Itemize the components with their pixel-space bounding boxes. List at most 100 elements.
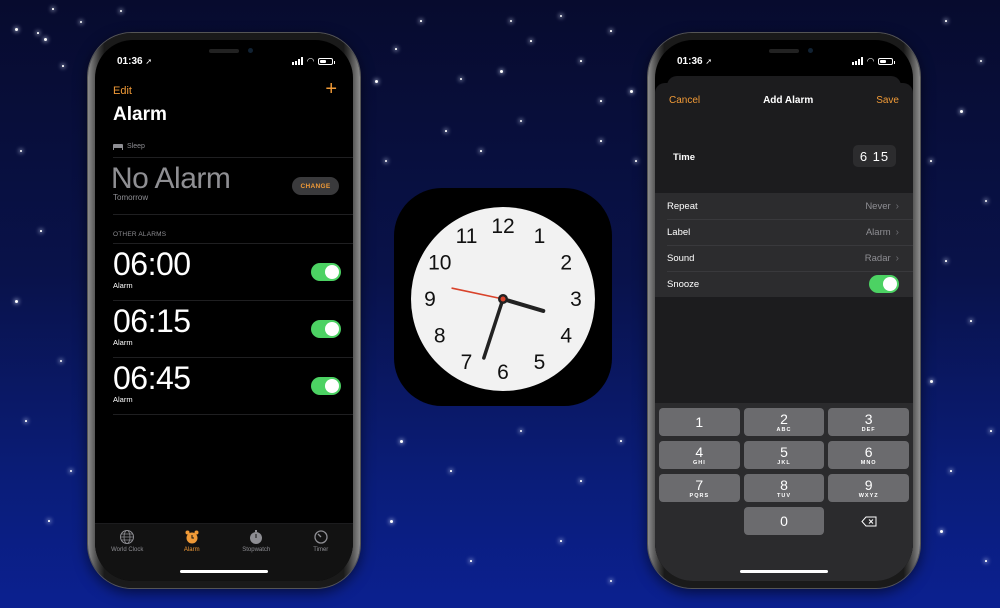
page-title: Alarm (113, 104, 167, 125)
keypad-key-3[interactable]: 3 DEF (828, 408, 909, 436)
save-button[interactable]: Save (876, 95, 899, 106)
speaker-grille (769, 49, 799, 53)
star (980, 60, 982, 62)
tab-stopwatch[interactable]: Stopwatch (226, 529, 286, 581)
change-sleep-button[interactable]: CHANGE (292, 177, 339, 195)
star (460, 78, 462, 80)
setting-label: Label (667, 226, 691, 238)
edit-button[interactable]: Edit (113, 85, 132, 97)
star (450, 470, 452, 472)
clock-numeral: 11 (456, 225, 478, 248)
star (985, 200, 987, 202)
timer-icon (314, 530, 328, 544)
star (15, 28, 18, 31)
alarm-time: 06:45 (113, 360, 191, 396)
alarm-label: Alarm (113, 281, 133, 290)
setting-value: Never (865, 200, 891, 212)
numeric-keypad: 1 2 ABC 3 DEF 4 GHI 5 JKL 6 MNO 7 PQRS 8 TUV 9 WXYZ 0 (655, 403, 913, 581)
clock-center-dot (500, 296, 506, 302)
star (375, 80, 378, 83)
alarm-row[interactable]: 06:45 Alarm (113, 357, 353, 414)
tab-world-clock[interactable]: World Clock (97, 529, 157, 581)
star (510, 20, 512, 22)
star (950, 470, 952, 472)
keypad-key-1[interactable]: 1 (659, 408, 740, 436)
star (40, 230, 42, 232)
star (520, 120, 522, 122)
key-digit: 4 (695, 443, 704, 460)
star (630, 90, 633, 93)
key-digit: 7 (695, 476, 704, 493)
keypad-key-8[interactable]: 8 TUV (743, 474, 825, 502)
alarm-row[interactable]: 06:15 Alarm (113, 300, 353, 357)
star (385, 160, 387, 162)
divider (113, 414, 353, 415)
home-indicator[interactable] (740, 570, 828, 573)
alarm-screen: 01:36 ➚ ◠ Edit + Alarm Sleep No Alarm To… (95, 40, 353, 581)
star (985, 560, 987, 562)
star (930, 160, 932, 162)
setting-sound[interactable]: Sound Radar › (655, 245, 913, 271)
star (580, 480, 582, 482)
status-bar: 01:36 ➚ ◠ (677, 54, 895, 68)
setting-label: Snooze (667, 278, 700, 290)
chevron-right-icon: › (895, 252, 899, 264)
cellular-signal-icon (292, 57, 304, 65)
time-input[interactable]: 6 15 (853, 145, 896, 167)
add-alarm-screen: 01:36 ➚ ◠ Cancel Add Alarm Save Time 6 1… (655, 40, 913, 581)
backspace-key[interactable] (828, 507, 909, 535)
location-arrow-icon: ➚ (705, 56, 713, 66)
sheet-title: Add Alarm (763, 94, 814, 106)
key-digit: 9 (864, 476, 873, 493)
status-bar: 01:36 ➚ ◠ (117, 54, 335, 68)
sleep-header-label: Sleep (127, 143, 145, 150)
setting-repeat[interactable]: Repeat Never › (655, 193, 913, 219)
star (20, 150, 22, 152)
setting-snooze: Snooze (655, 271, 913, 297)
star (52, 8, 54, 10)
divider (113, 214, 353, 215)
alarm-label: Alarm (113, 395, 133, 404)
setting-label-row[interactable]: Label Alarm › (655, 219, 913, 245)
location-arrow-icon: ➚ (145, 56, 153, 66)
alarm-row[interactable]: 06:00 Alarm (113, 243, 353, 300)
clock-numeral: 8 (434, 325, 446, 348)
key-letters: DEF (861, 426, 876, 433)
keypad-key-6[interactable]: 6 MNO (828, 441, 909, 469)
tab-timer[interactable]: Timer (291, 529, 351, 581)
time-label: Time (673, 152, 696, 163)
keypad-key-0[interactable]: 0 (743, 507, 825, 535)
battery-icon (878, 57, 895, 65)
key-letters: PQRS (689, 492, 710, 499)
clock-app-icon: 12 1 2 3 4 5 6 7 8 9 10 11 (394, 188, 612, 406)
star (420, 20, 422, 22)
home-indicator[interactable] (180, 570, 268, 573)
star (620, 440, 622, 442)
keypad-spacer (659, 507, 740, 535)
cellular-signal-icon (852, 57, 864, 65)
stopwatch-icon (250, 530, 263, 544)
star (120, 10, 122, 12)
add-alarm-button[interactable]: + (325, 78, 337, 101)
chevron-right-icon: › (895, 226, 899, 238)
cancel-button[interactable]: Cancel (669, 95, 700, 106)
front-camera (808, 48, 813, 53)
alarm-toggle[interactable] (311, 377, 341, 395)
star (37, 32, 39, 34)
alarm-toggle[interactable] (311, 320, 341, 338)
keypad-key-7[interactable]: 7 PQRS (659, 474, 740, 502)
snooze-toggle[interactable] (869, 275, 899, 293)
keypad-key-5[interactable]: 5 JKL (743, 441, 825, 469)
tab-alarm[interactable]: Alarm (162, 529, 222, 581)
setting-value: Radar (864, 252, 891, 264)
keypad-key-4[interactable]: 4 GHI (659, 441, 740, 469)
star (395, 48, 397, 50)
star (990, 430, 992, 432)
alarm-time: 06:00 (113, 246, 191, 282)
clock-numeral: 9 (424, 288, 436, 311)
star (600, 100, 602, 102)
keypad-key-2[interactable]: 2 ABC (743, 408, 825, 436)
alarm-toggle[interactable] (311, 263, 341, 281)
keypad-key-9[interactable]: 9 WXYZ (828, 474, 909, 502)
star (945, 20, 947, 22)
